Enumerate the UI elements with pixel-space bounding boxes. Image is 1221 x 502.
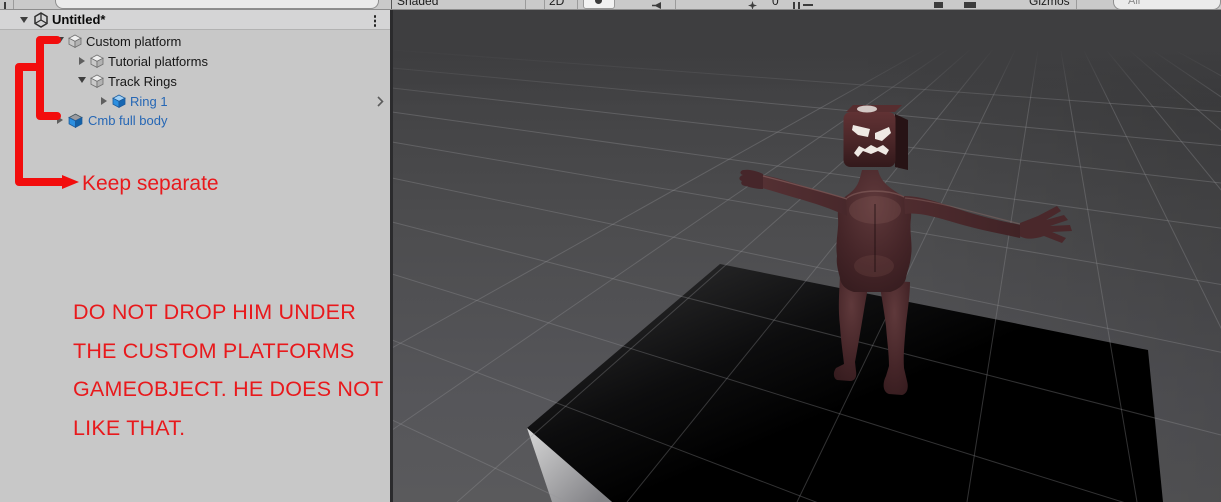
toolbar-separator [391, 0, 392, 9]
toolbar-separator [675, 0, 676, 9]
shading-mode-dropdown[interactable]: Shaded [397, 0, 438, 7]
toolbar-separator [525, 0, 526, 9]
kebab-menu-icon[interactable] [374, 15, 377, 18]
expander-icon[interactable] [78, 77, 86, 83]
expander-icon[interactable] [79, 57, 85, 65]
item-label: Ring 1 [130, 94, 168, 109]
scene-viewport[interactable] [392, 10, 1221, 502]
head-top-highlight [857, 106, 877, 113]
expander-icon[interactable] [101, 97, 107, 105]
expander-icon[interactable] [57, 116, 63, 124]
unity-scene-icon [33, 12, 49, 28]
effects-icon[interactable] [748, 1, 757, 10]
hierarchy-row-tutorial-platforms[interactable]: Tutorial platforms [0, 51, 390, 71]
scene-title: Untitled* [52, 12, 105, 27]
toolbar-separator [13, 0, 14, 9]
scene-lighting-button[interactable] [583, 0, 615, 9]
prefab-cube-icon [112, 94, 126, 108]
scene-search-input[interactable]: All [1113, 0, 1221, 10]
toolbar-separator [577, 0, 578, 9]
plus-icon[interactable] [4, 2, 6, 9]
horizon-fade [392, 10, 1221, 105]
grid-icon[interactable] [793, 2, 795, 9]
hierarchy-row-cmb-full-body[interactable]: Cmb full body [0, 110, 390, 130]
gameobject-cube-icon [90, 74, 104, 88]
scene-header-row[interactable]: Untitled* [0, 10, 390, 30]
grid-icon [803, 4, 813, 6]
sun-icon [595, 0, 602, 4]
panel-divider[interactable] [390, 10, 393, 502]
camera-icon[interactable] [934, 2, 943, 8]
hierarchy-row-custom-platform[interactable]: Custom platform [0, 31, 390, 51]
model-prefab-icon [68, 113, 83, 128]
chevron-right-icon[interactable] [377, 96, 384, 107]
item-label: Tutorial platforms [108, 54, 208, 69]
grid-icon [798, 2, 800, 9]
toolbar-separator [544, 0, 545, 9]
expander-icon[interactable] [20, 17, 28, 23]
hierarchy-search-input[interactable] [55, 0, 379, 9]
expander-icon[interactable] [56, 37, 64, 43]
hierarchy-row-track-rings[interactable]: Track Rings [0, 71, 390, 91]
item-label: Custom platform [86, 34, 181, 49]
unity-editor-window: Shaded 2D 0 Gizmos All Unti [0, 0, 1221, 502]
effects-count: 0 [772, 0, 779, 7]
hierarchy-row-ring-1[interactable]: Ring 1 [0, 91, 390, 111]
2d-toggle-button[interactable]: 2D [549, 0, 564, 7]
item-label: Cmb full body [88, 113, 167, 128]
item-label: Track Rings [108, 74, 177, 89]
gameobject-cube-icon [68, 34, 82, 48]
gizmos-dropdown[interactable]: Gizmos [1029, 0, 1070, 7]
scene-search-value: All [1128, 0, 1140, 7]
gameobject-cube-icon [90, 54, 104, 68]
audio-icon[interactable] [652, 2, 661, 9]
toolbar-separator [1076, 0, 1077, 9]
scene-view-toolbar: Shaded 2D 0 Gizmos All [0, 0, 1221, 10]
hierarchy-panel: Untitled* Custom platform Tutorial platf… [0, 10, 390, 502]
layers-icon[interactable] [964, 2, 976, 8]
